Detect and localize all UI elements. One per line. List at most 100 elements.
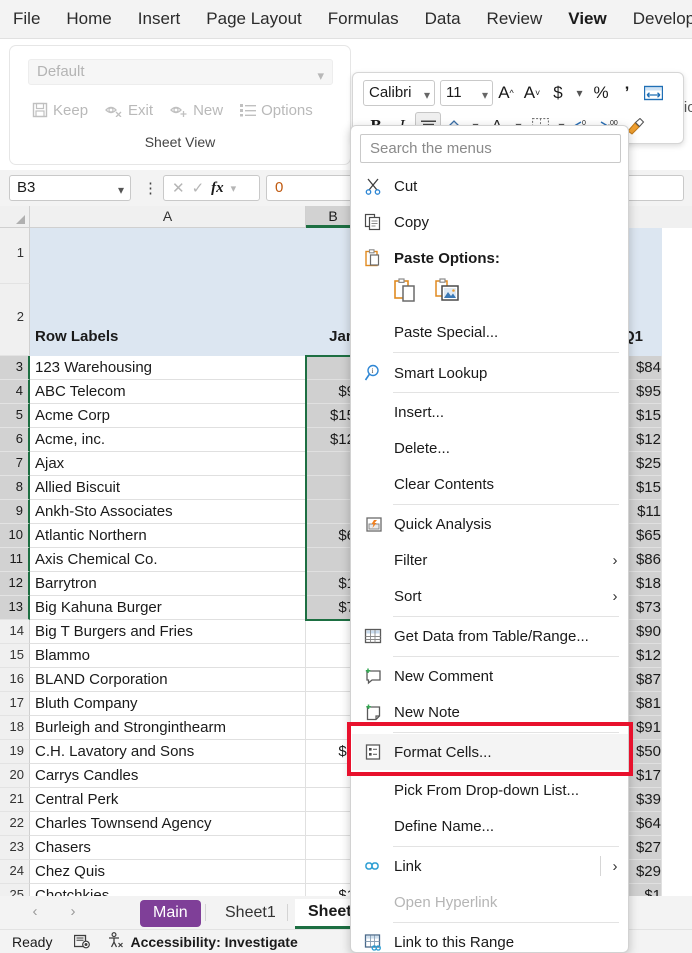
row-header-15[interactable]: 15: [0, 644, 30, 668]
ribbon-tab-developer[interactable]: Developer: [620, 0, 692, 38]
menu-item-copy[interactable]: Copy: [352, 204, 628, 240]
row-header-16[interactable]: 16: [0, 668, 30, 692]
ribbon-tab-view[interactable]: View: [555, 0, 619, 38]
menu-item-cut[interactable]: Cut: [352, 168, 628, 204]
paste-picture-icon[interactable]: [434, 278, 460, 309]
row-header-12[interactable]: 12: [0, 572, 30, 596]
row-header-22[interactable]: 22: [0, 812, 30, 836]
menu-item-delete[interactable]: Delete...: [352, 430, 628, 466]
accessibility-status[interactable]: Accessibility: Investigate: [107, 932, 298, 951]
menu-search-input[interactable]: Search the menus: [360, 134, 621, 163]
row-header-18[interactable]: 18: [0, 716, 30, 740]
sheet-tab-sheet1[interactable]: Sheet1: [212, 900, 289, 927]
ribbon-tab-insert[interactable]: Insert: [125, 0, 194, 38]
cell-a12[interactable]: Barrytron: [30, 572, 306, 596]
cell-a15[interactable]: Blammo: [30, 644, 306, 668]
row-header-3[interactable]: 3: [0, 356, 30, 380]
row-header-11[interactable]: 11: [0, 548, 30, 572]
ribbon-tab-home[interactable]: Home: [53, 0, 124, 38]
row-header-20[interactable]: 20: [0, 764, 30, 788]
row-header-6[interactable]: 6: [0, 428, 30, 452]
formula-bar-options-dots[interactable]: ⋮: [143, 179, 158, 197]
sheet-view-options-button[interactable]: Options: [240, 102, 313, 119]
cell-a13[interactable]: Big Kahuna Burger: [30, 596, 306, 620]
menu-item-define-name[interactable]: Define Name...: [352, 808, 628, 844]
row-header-9[interactable]: 9: [0, 500, 30, 524]
row-header-17[interactable]: 17: [0, 692, 30, 716]
cell-a24[interactable]: Chez Quis: [30, 860, 306, 884]
decrease-font-size-icon[interactable]: A ˅: [519, 79, 545, 107]
row-header-13[interactable]: 13: [0, 596, 30, 620]
column-header-a[interactable]: A: [30, 206, 306, 228]
sheet-view-combo[interactable]: Default ▾: [28, 59, 333, 85]
cell-a5[interactable]: Acme Corp: [30, 404, 306, 428]
cell-a6[interactable]: Acme, inc.: [30, 428, 306, 452]
paste-icon[interactable]: [393, 278, 419, 309]
ribbon-tab-review[interactable]: Review: [474, 0, 556, 38]
cell-a19[interactable]: C.H. Lavatory and Sons: [30, 740, 306, 764]
menu-item-smart-lookup[interactable]: i Smart Lookup: [352, 355, 628, 391]
font-size-combo[interactable]: 11 ▾: [440, 80, 493, 106]
row-header-21[interactable]: 21: [0, 788, 30, 812]
record-macro-icon[interactable]: [74, 934, 91, 949]
menu-item-new-comment[interactable]: New Comment: [352, 658, 628, 694]
accounting-dropdown-icon[interactable]: ▾: [571, 79, 588, 107]
percent-style-icon[interactable]: %: [588, 79, 614, 107]
row-header-5[interactable]: 5: [0, 404, 30, 428]
row-header-10[interactable]: 10: [0, 524, 30, 548]
menu-item-format-cells[interactable]: Format Cells...: [352, 734, 628, 770]
row-header-7[interactable]: 7: [0, 452, 30, 476]
cell-a1[interactable]: [30, 228, 306, 284]
row-header-24[interactable]: 24: [0, 860, 30, 884]
cell-a17[interactable]: Bluth Company: [30, 692, 306, 716]
row-header-14[interactable]: 14: [0, 620, 30, 644]
sheet-view-exit-button[interactable]: Exit: [105, 102, 153, 119]
menu-item-paste-special[interactable]: Paste Special...: [352, 314, 628, 350]
name-box[interactable]: B3 ▾: [9, 175, 131, 201]
menu-item-new-note[interactable]: New Note: [352, 694, 628, 730]
cell-a9[interactable]: Ankh-Sto Associates: [30, 500, 306, 524]
menu-item-sort[interactable]: Sort ›: [352, 578, 628, 614]
menu-item-clear-contents[interactable]: Clear Contents: [352, 466, 628, 502]
menu-item-quick-analysis[interactable]: Quick Analysis: [352, 506, 628, 542]
insert-function-icon[interactable]: fx: [211, 180, 224, 197]
row-header-4[interactable]: 4: [0, 380, 30, 404]
cell-a8[interactable]: Allied Biscuit: [30, 476, 306, 500]
cancel-icon[interactable]: ✕: [172, 179, 185, 197]
cell-a23[interactable]: Chasers: [30, 836, 306, 860]
ribbon-tab-page-layout[interactable]: Page Layout: [193, 0, 314, 38]
menu-item-filter[interactable]: Filter ›: [352, 542, 628, 578]
merge-center-icon[interactable]: [640, 79, 666, 107]
ribbon-tab-data[interactable]: Data: [412, 0, 474, 38]
enter-icon[interactable]: ✓: [192, 179, 205, 197]
accounting-format-icon[interactable]: $: [545, 79, 571, 107]
cell-a3[interactable]: 123 Warehousing: [30, 356, 306, 380]
row-header-1[interactable]: 1: [0, 228, 30, 284]
cell-a16[interactable]: BLAND Corporation: [30, 668, 306, 692]
ribbon-tab-file[interactable]: File: [0, 0, 53, 38]
menu-item-pick-dropdown-list[interactable]: Pick From Drop-down List...: [352, 772, 628, 808]
row-header-19[interactable]: 19: [0, 740, 30, 764]
menu-item-link[interactable]: Link ›: [352, 848, 628, 884]
sheet-nav-prev-button[interactable]: ‹: [22, 903, 48, 923]
cell-a14[interactable]: Big T Burgers and Fries: [30, 620, 306, 644]
row-header-23[interactable]: 23: [0, 836, 30, 860]
cell-a20[interactable]: Carrys Candles: [30, 764, 306, 788]
increase-font-size-icon[interactable]: A ^: [493, 79, 519, 107]
sheet-tab-main[interactable]: Main: [140, 900, 201, 927]
cell-a18[interactable]: Burleigh and Stronginthearm: [30, 716, 306, 740]
cell-a22[interactable]: Charles Townsend Agency: [30, 812, 306, 836]
cell-a4[interactable]: ABC Telecom: [30, 380, 306, 404]
row-header-2[interactable]: 2: [0, 284, 30, 356]
cell-a25[interactable]: Chotchkies: [30, 884, 306, 896]
ribbon-tab-formulas[interactable]: Formulas: [315, 0, 412, 38]
font-name-combo[interactable]: Calibri ▾: [363, 80, 435, 106]
cell-a2[interactable]: Row Labels: [30, 284, 306, 356]
comma-style-icon[interactable]: ’: [614, 79, 640, 107]
cell-a10[interactable]: Atlantic Northern: [30, 524, 306, 548]
sheet-view-keep-button[interactable]: Keep: [32, 102, 88, 119]
cell-a11[interactable]: Axis Chemical Co.: [30, 548, 306, 572]
sheet-view-new-button[interactable]: New: [170, 102, 223, 119]
select-all-corner[interactable]: [0, 206, 30, 228]
sheet-nav-next-button[interactable]: ›: [60, 903, 86, 923]
